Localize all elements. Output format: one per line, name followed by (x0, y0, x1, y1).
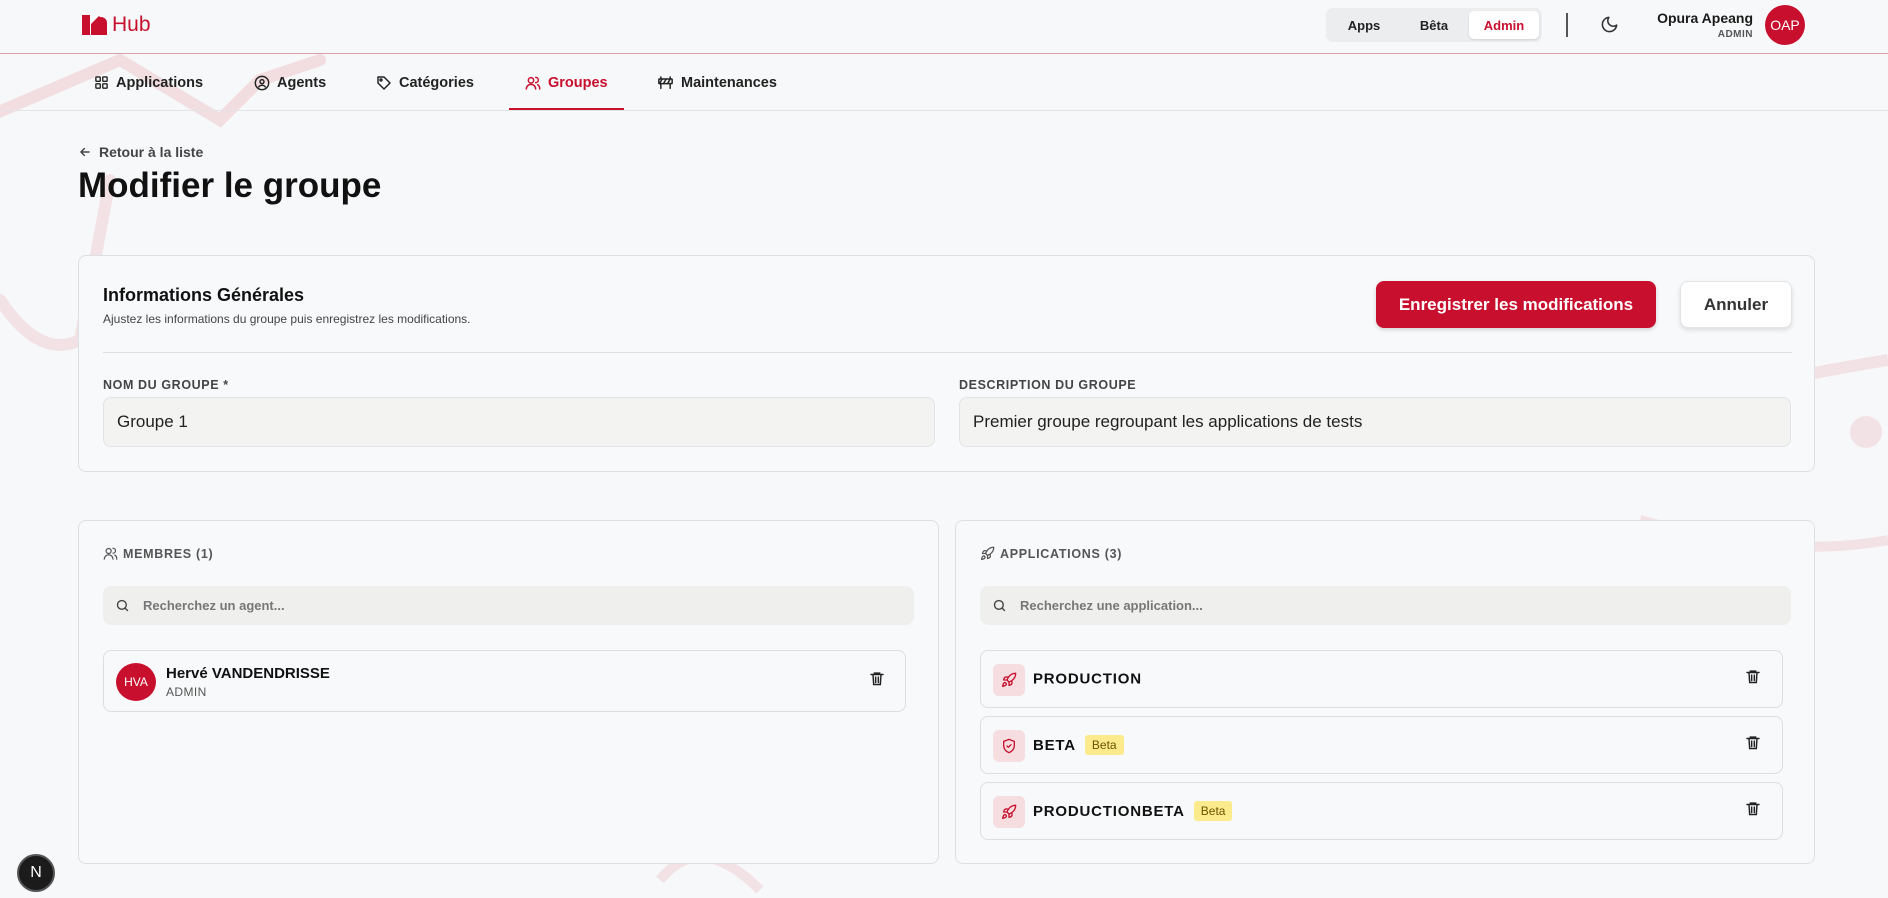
application-icon (993, 730, 1025, 762)
remove-application-button[interactable] (1745, 669, 1761, 690)
env-apps-button[interactable]: Apps (1329, 11, 1399, 39)
nav-maintenances-label: Maintenances (681, 74, 777, 91)
header-divider (1566, 13, 1568, 37)
top-bar: Hub Apps Bêta Admin Opura Apeang ADMIN O… (0, 0, 1888, 54)
trash-icon (1746, 802, 1760, 816)
users-icon (103, 547, 118, 560)
applications-heading: APPLICATIONS (3) (980, 546, 1122, 561)
group-name-input[interactable]: Groupe 1 (103, 397, 935, 447)
general-info-subtitle: Ajustez les informations du groupe puis … (103, 312, 471, 326)
arrow-left-icon (80, 147, 90, 157)
nav-categories-label: Catégories (399, 74, 474, 91)
search-icon (116, 599, 129, 612)
members-heading-label: MEMBRES (1) (123, 546, 214, 561)
trash-icon (1746, 670, 1760, 684)
application-search-input[interactable]: Recherchez une application... (980, 586, 1791, 625)
env-beta-button[interactable]: Bêta (1399, 11, 1469, 39)
rocket-icon (1002, 804, 1017, 819)
application-row-productionbeta: PRODUCTIONBETA Beta (980, 782, 1783, 840)
users-icon (525, 76, 541, 90)
remove-application-button[interactable] (1745, 735, 1761, 756)
nav-groupes[interactable]: Groupes (509, 55, 624, 110)
member-role: ADMIN (166, 685, 207, 699)
application-row-beta: BETA Beta (980, 716, 1783, 774)
remove-application-button[interactable] (1745, 801, 1761, 822)
application-icon (993, 664, 1025, 696)
group-name-label: NOM DU GROUPE * (103, 378, 229, 392)
search-icon (993, 599, 1006, 612)
general-info-card: Informations Générales Ajustez les infor… (78, 255, 1815, 472)
tag-icon (377, 75, 391, 90)
members-heading: MEMBRES (1) (103, 546, 213, 561)
rocket-icon (980, 546, 995, 561)
back-link-label: Retour à la liste (99, 144, 204, 160)
environment-switch: Apps Bêta Admin (1326, 8, 1542, 42)
group-description-input[interactable]: Premier groupe regroupant les applicatio… (959, 397, 1791, 447)
agent-search-input[interactable]: Recherchez un agent... (103, 586, 914, 625)
admin-nav: Applications Agents Catégories Groupes M… (0, 55, 1888, 111)
nav-agents-label: Agents (277, 74, 327, 91)
nav-applications[interactable]: Applications (94, 55, 203, 110)
nav-agents[interactable]: Agents (254, 55, 326, 110)
group-description-label: DESCRIPTION DU GROUPE (959, 378, 1137, 392)
application-row-production: PRODUCTION (980, 650, 1783, 708)
applications-heading-label: APPLICATIONS (3) (1000, 546, 1123, 561)
nav-groupes-label: Groupes (548, 74, 608, 91)
application-icon (993, 796, 1025, 828)
dark-mode-toggle[interactable] (1600, 15, 1619, 39)
page-title: Modifier le groupe (78, 166, 382, 205)
application-search-placeholder: Recherchez une application... (1020, 598, 1203, 613)
member-row: HVA Hervé VANDENDRISSE ADMIN (103, 650, 906, 712)
nav-maintenances[interactable]: Maintenances (657, 55, 777, 110)
nav-applications-label: Applications (116, 74, 204, 91)
user-name: Opura Apeang (1657, 10, 1753, 26)
logo-mark-icon (82, 15, 107, 35)
nav-categories[interactable]: Catégories (376, 55, 474, 110)
application-name: PRODUCTION (1033, 671, 1142, 688)
trash-icon (870, 672, 884, 686)
user-avatar[interactable]: OAP (1765, 5, 1805, 45)
trash-icon (1746, 736, 1760, 750)
moon-icon (1601, 16, 1618, 33)
save-changes-button[interactable]: Enregistrer les modifications (1376, 281, 1656, 328)
beta-badge: Beta (1084, 735, 1124, 755)
info-separator (103, 352, 1792, 353)
members-card: MEMBRES (1) Recherchez un agent... HVA H… (78, 520, 939, 864)
user-role: ADMIN (1717, 29, 1753, 40)
env-admin-button[interactable]: Admin (1469, 11, 1539, 39)
remove-member-button[interactable] (869, 671, 885, 692)
dev-tools-badge[interactable]: N (17, 854, 55, 892)
member-avatar: HVA (116, 663, 156, 701)
general-info-title: Informations Générales (103, 285, 305, 305)
applications-card: APPLICATIONS (3) Recherchez une applicat… (955, 520, 1815, 864)
user-circle-icon (254, 75, 270, 90)
application-name: BETA Beta (1033, 735, 1124, 755)
beta-badge: Beta (1193, 801, 1233, 821)
main-content: Retour à la liste Modifier le groupe Inf… (0, 0, 1888, 898)
rocket-icon (1002, 672, 1017, 687)
application-name: PRODUCTIONBETA Beta (1033, 801, 1233, 821)
member-name: Hervé VANDENDRISSE (166, 665, 330, 682)
application-name-label: BETA (1033, 736, 1076, 754)
back-to-list-link[interactable]: Retour à la liste (78, 144, 203, 160)
barrier-icon (658, 75, 673, 89)
application-name-label: PRODUCTIONBETA (1033, 802, 1185, 820)
cancel-button[interactable]: Annuler (1680, 281, 1792, 328)
shield-icon (1003, 738, 1015, 754)
application-name-label: PRODUCTION (1033, 670, 1142, 688)
logo-text: Hub (112, 13, 151, 36)
grid-icon (95, 76, 108, 89)
hub-logo[interactable]: Hub (82, 13, 151, 35)
agent-search-placeholder: Recherchez un agent... (143, 598, 285, 613)
